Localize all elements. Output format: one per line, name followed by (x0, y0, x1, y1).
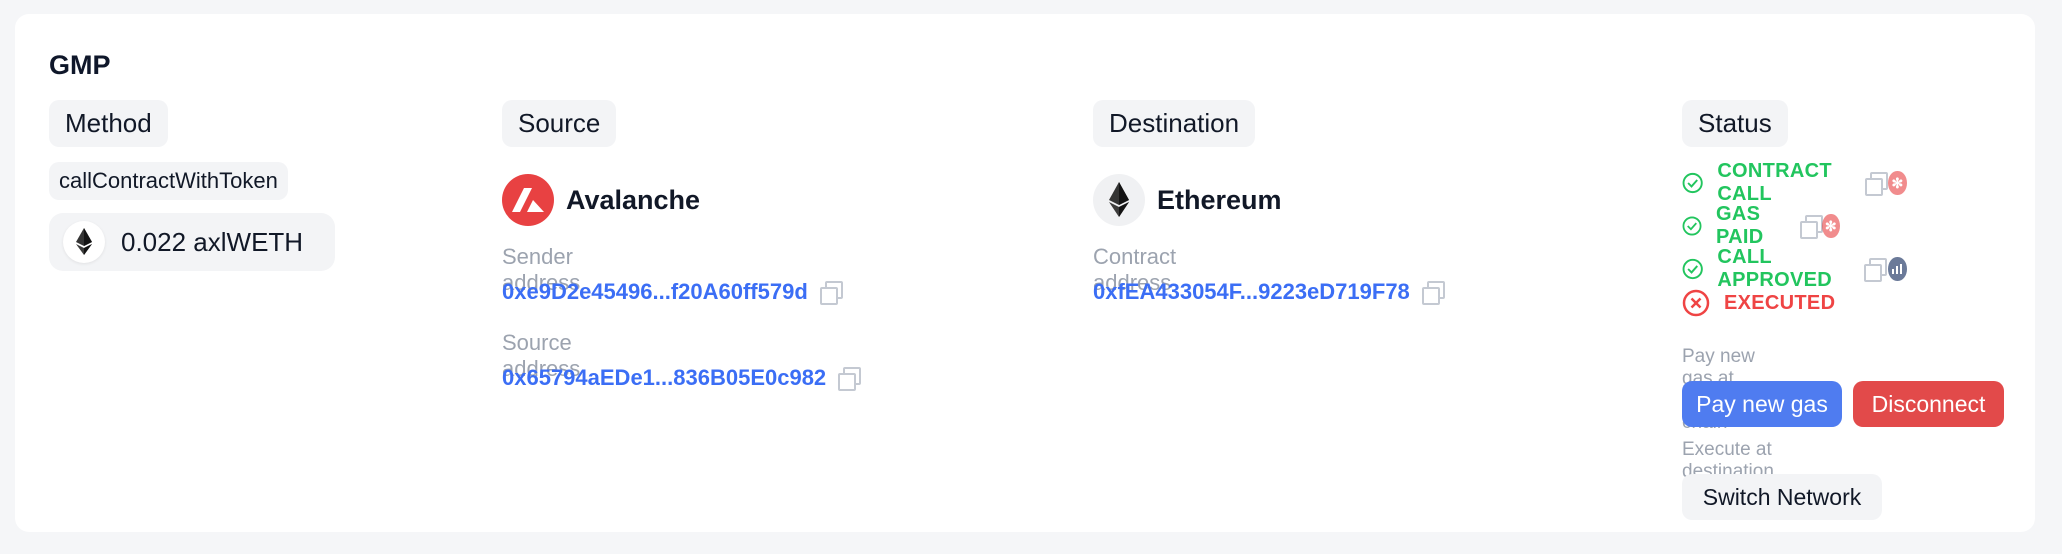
switch-network-button[interactable]: Switch Network (1682, 474, 1882, 520)
destination-chain-name: Ethereum (1157, 184, 1282, 215)
ethereum-icon (63, 221, 105, 263)
source-header: Source (502, 100, 617, 147)
destination-column: Destination Ethereum Contract address 0x… (1093, 100, 1445, 305)
destination-header: Destination (1093, 100, 1256, 147)
status-header: Status (1682, 100, 1788, 147)
status-step-gas-paid: GAS PAID ✻ (1682, 203, 1840, 249)
contract-address-text[interactable]: 0xfEA433054F...9223eD719F78 (1093, 279, 1410, 305)
token-amount: 0.022 axlWETH (49, 213, 335, 271)
method-header: Method (49, 100, 168, 147)
copy-icon[interactable] (836, 365, 862, 391)
check-circle-icon (1682, 172, 1703, 194)
source-column: Source Avalanche Sender address 0xe9D2e4… (502, 100, 862, 391)
snowtrace-icon[interactable]: ✻ (1888, 171, 1907, 195)
copy-icon[interactable] (818, 279, 844, 305)
status-step-call-approved: CALL APPROVED (1682, 246, 1907, 292)
status-step-label: GAS PAID (1716, 203, 1764, 248)
axelarscan-icon[interactable] (1888, 257, 1907, 281)
status-step-executed: EXECUTED (1682, 289, 1835, 317)
method-name: callContractWithToken (49, 162, 288, 200)
destination-chain: Ethereum (1093, 174, 1282, 226)
source-chain-name: Avalanche (566, 184, 701, 215)
source-chain: Avalanche (502, 174, 700, 226)
status-step-label: EXECUTED (1724, 291, 1836, 314)
amount-text: 0.022 axlWETH (121, 227, 304, 257)
copy-icon[interactable] (1863, 170, 1888, 196)
pay-new-gas-button[interactable]: Pay new gas (1682, 381, 1842, 427)
contract-address[interactable]: 0xfEA433054F...9223eD719F78 (1093, 279, 1446, 305)
status-step-label: CONTRACT CALL (1717, 160, 1832, 205)
avalanche-icon (502, 174, 554, 226)
sender-address[interactable]: 0xe9D2e45496...f20A60ff579d (502, 279, 844, 305)
copy-icon[interactable] (1420, 279, 1446, 305)
status-column: Status CONTRACT CALL ✻ GAS PAID ✻ CALL A… (1682, 100, 2004, 520)
status-step-label: CALL APPROVED (1717, 246, 1833, 291)
snowtrace-icon[interactable]: ✻ (1822, 214, 1840, 238)
gmp-card: GMP Method callContractWithToken 0.022 a… (15, 14, 2035, 532)
x-circle-icon (1682, 289, 1710, 317)
copy-icon[interactable] (1862, 256, 1888, 282)
check-circle-icon (1682, 258, 1703, 280)
sender-address-text[interactable]: 0xe9D2e45496...f20A60ff579d (502, 279, 808, 305)
status-step-contract-call: CONTRACT CALL ✻ (1682, 160, 1907, 206)
ethereum-icon (1093, 174, 1145, 226)
method-column: Method callContractWithToken 0.022 axlWE… (49, 100, 335, 271)
section-title: GMP (49, 50, 111, 80)
check-circle-icon (1682, 216, 1702, 236)
source-address-text[interactable]: 0x65794aEDe1...836B05E0c982 (502, 365, 826, 391)
source-address[interactable]: 0x65794aEDe1...836B05E0c982 (502, 365, 862, 391)
copy-icon[interactable] (1798, 213, 1823, 239)
disconnect-button[interactable]: Disconnect (1853, 381, 2004, 427)
